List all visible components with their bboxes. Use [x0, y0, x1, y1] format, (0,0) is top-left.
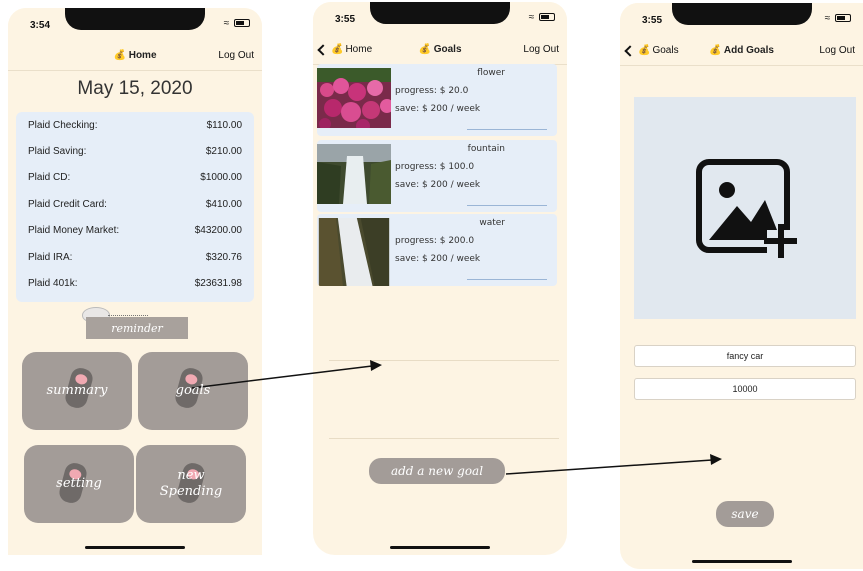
save-button[interactable]: save [716, 501, 774, 527]
goal-name-field[interactable]: fancy car [634, 345, 856, 367]
goal-save: save: $ 200 / week [395, 180, 481, 190]
setting-label: setting [56, 476, 102, 491]
reminder-label: reminder [86, 317, 188, 339]
account-name: Plaid CD: [28, 172, 71, 184]
new-spending-label-line1: new [177, 468, 205, 483]
status-time: 3:55 [335, 14, 356, 25]
account-name: Plaid 401k: [28, 278, 78, 290]
setting-button[interactable]: setting [24, 445, 134, 523]
wifi-icon: ≈ [528, 12, 536, 23]
money-bag-icon: 💰 [418, 44, 431, 55]
list-item: Plaid Money Market: $43200.00 [16, 218, 254, 244]
status-icons: ≈ [825, 13, 851, 24]
status-time: 3:54 [30, 20, 51, 31]
status-icons: ≈ [224, 18, 250, 29]
account-amount: $210.00 [205, 146, 242, 158]
nav-bar: 💰 Goals 💰 Add Goals Log Out [620, 39, 863, 66]
goal-name: flower [477, 68, 505, 78]
goal-save: save: $ 200 / week [395, 104, 481, 114]
goal-progress-bar [467, 279, 547, 280]
add-goal-screen: 3:55 ≈ 💰 Goals 💰 Add Goals Log Out fancy… [620, 3, 863, 569]
goal-card-fountain[interactable]: fountain progress: $ 100.0 save: $ 200 /… [317, 140, 557, 212]
account-name: Plaid Money Market: [28, 225, 120, 237]
home-indicator [691, 560, 792, 563]
summary-button[interactable]: summary [22, 352, 132, 430]
list-item: Plaid 401k: $23631.98 [16, 270, 254, 296]
goal-progress: progress: $ 100.0 [395, 162, 475, 172]
add-new-goal-button[interactable]: add a new goal [369, 458, 505, 484]
account-amount: $23631.98 [194, 278, 242, 290]
device-notch [65, 8, 205, 30]
nav-bar: 💰 Home Log Out [8, 44, 262, 71]
summary-label: summary [46, 383, 108, 398]
status-bar: 3:54 ≈ [8, 8, 262, 44]
home-indicator [390, 546, 490, 549]
list-item: Plaid Saving: $210.00 [16, 138, 254, 164]
status-icons: ≈ [529, 12, 555, 23]
reminder-button[interactable]: reminder [82, 307, 188, 339]
logout-button[interactable]: Log Out [819, 45, 855, 56]
home-indicator [85, 546, 185, 549]
home-screen: 3:54 ≈ 💰 Home Log Out May 15, 2020 Plaid… [8, 8, 262, 555]
device-notch [370, 2, 510, 24]
goal-card-flower[interactable]: flower progress: $ 20.0 save: $ 200 / we… [317, 64, 557, 136]
new-spending-button[interactable]: new Spending [136, 445, 246, 523]
goal-name: fountain [467, 144, 505, 154]
status-bar: 3:55 ≈ [313, 2, 567, 38]
goal-save: save: $ 200 / week [395, 254, 481, 264]
money-bag-icon: 💰 [113, 50, 126, 61]
account-amount: $1000.00 [200, 172, 242, 184]
account-amount: $320.76 [205, 251, 242, 263]
page-title: May 15, 2020 [77, 78, 193, 99]
account-amount: $110.00 [206, 119, 242, 131]
account-name: Plaid Saving: [28, 146, 87, 158]
goals-screen: 3:55 ≈ 💰 Home 💰 Goals Log Out flower pro… [313, 2, 567, 555]
logout-button[interactable]: Log Out [218, 50, 254, 61]
divider [329, 360, 559, 361]
goal-card-water[interactable]: water progress: $ 200.0 save: $ 200 / we… [317, 214, 557, 286]
image-picker[interactable] [634, 97, 856, 319]
status-time: 3:55 [642, 15, 663, 26]
goal-progress: progress: $ 200.0 [395, 236, 475, 246]
status-bar: 3:55 ≈ [620, 3, 863, 39]
account-amount: $43200.00 [194, 225, 242, 237]
account-name: Plaid Credit Card: [28, 198, 107, 210]
new-spending-label-line2: Spending [159, 484, 223, 499]
goal-progress-bar [467, 205, 547, 206]
goal-progress: progress: $ 20.0 [395, 86, 469, 96]
wifi-icon: ≈ [824, 13, 832, 24]
goals-label: goals [175, 383, 211, 398]
water-photo [318, 218, 390, 286]
list-item: Plaid Credit Card: $410.00 [16, 191, 254, 217]
add-image-icon [696, 159, 797, 258]
list-item: Plaid Checking: $110.00 [16, 112, 254, 138]
battery-icon [539, 13, 555, 22]
goals-button[interactable]: goals [138, 352, 248, 430]
wifi-icon: ≈ [223, 18, 231, 29]
account-name: Plaid IRA: [28, 251, 73, 263]
goal-amount-field[interactable]: 10000 [634, 378, 856, 400]
fountain-photo [317, 144, 391, 204]
money-bag-icon: 💰 [709, 45, 722, 56]
account-amount: $410.00 [205, 198, 242, 210]
logout-button[interactable]: Log Out [523, 44, 559, 55]
list-item: Plaid IRA: $320.76 [16, 244, 254, 270]
account-name: Plaid Checking: [28, 119, 98, 131]
flower-photo [317, 68, 391, 128]
device-notch [671, 3, 812, 25]
divider [329, 438, 559, 439]
battery-icon [234, 19, 250, 28]
nav-bar: 💰 Home 💰 Goals Log Out [313, 38, 567, 65]
goal-progress-bar [467, 129, 547, 130]
accounts-list: Plaid Checking: $110.00 Plaid Saving: $2… [16, 112, 254, 302]
goal-name: water [479, 218, 505, 228]
list-item: Plaid CD: $1000.00 [16, 165, 254, 191]
battery-icon [835, 14, 851, 23]
